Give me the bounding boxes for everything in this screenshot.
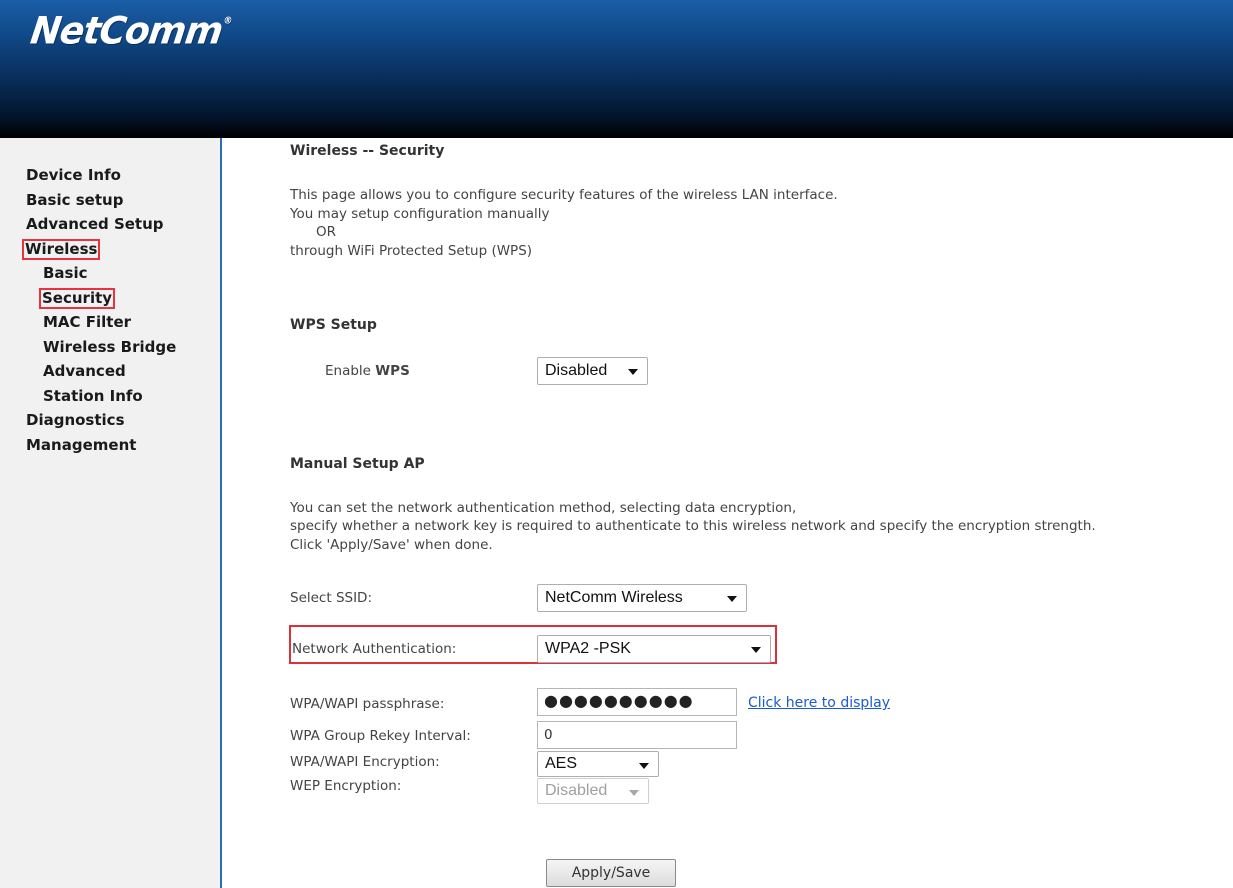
network-auth-label: Network Authentication:: [292, 641, 457, 657]
sidebar-item-label: Device Info: [26, 166, 121, 184]
sidebar-item-wireless[interactable]: Wireless: [22, 237, 177, 262]
header-banner: NetComm®: [0, 0, 1233, 138]
passphrase-value: ●●●●●●●●●●: [544, 691, 694, 710]
passphrase-label: WPA/WAPI passphrase:: [290, 696, 445, 712]
chevron-down-icon: [727, 596, 737, 602]
intro-line-4: through WiFi Protected Setup (WPS): [290, 243, 533, 259]
sidebar-nav: Device Info Basic setup Advanced Setup W…: [22, 163, 177, 458]
sidebar-item-mac-filter[interactable]: MAC Filter: [25, 310, 177, 335]
sidebar-item-label: Diagnostics: [26, 411, 125, 429]
enable-wps-bold: WPS: [375, 363, 410, 379]
intro-line-1: This page allows you to configure securi…: [290, 187, 838, 203]
manual-desc-2: specify whether a network key is require…: [290, 518, 1096, 534]
sidebar-item-label: MAC Filter: [43, 313, 132, 331]
apply-save-button[interactable]: Apply/Save: [546, 859, 676, 887]
netcomm-logo[interactable]: NetComm®: [28, 10, 233, 53]
rekey-interval-input[interactable]: 0: [537, 721, 737, 749]
rekey-interval-value: 0: [544, 727, 553, 743]
network-auth-select-value: WPA2 -PSK: [545, 640, 631, 657]
sidebar-item-label: Wireless: [22, 238, 101, 260]
page-title: Wireless -- Security: [290, 143, 445, 159]
ssid-select[interactable]: NetComm Wireless: [537, 584, 747, 612]
sidebar-item-station-info[interactable]: Station Info: [25, 384, 177, 409]
wep-encryption-select[interactable]: Disabled: [537, 778, 649, 804]
sidebar-item-advanced[interactable]: Advanced: [25, 359, 177, 384]
sidebar-item-label: Basic setup: [26, 190, 124, 209]
enable-wps-prefix: Enable: [325, 363, 371, 379]
enable-wps-label: Enable WPS: [325, 363, 410, 379]
registered-mark: ®: [222, 16, 233, 27]
chevron-down-icon: [639, 763, 649, 769]
sidebar: Device Info Basic setup Advanced Setup W…: [0, 138, 222, 888]
encryption-select[interactable]: AES: [537, 751, 659, 777]
sidebar-item-management[interactable]: Management: [25, 433, 177, 458]
network-auth-select[interactable]: WPA2 -PSK: [537, 635, 771, 663]
manual-desc-3: Click 'Apply/Save' when done.: [290, 537, 493, 553]
rekey-interval-label: WPA Group Rekey Interval:: [290, 728, 471, 744]
sidebar-item-diagnostics[interactable]: Diagnostics: [25, 408, 177, 433]
sidebar-item-label: Wireless Bridge: [43, 337, 177, 356]
wps-select-value: Disabled: [545, 362, 608, 379]
ssid-select-value: NetComm Wireless: [545, 589, 683, 606]
logo-text: NetComm: [27, 10, 225, 54]
sidebar-item-label: Station Info: [43, 386, 143, 405]
sidebar-item-label: Advanced: [43, 362, 126, 380]
sidebar-item-label: Advanced Setup: [26, 215, 164, 233]
wep-encryption-label: WEP Encryption:: [290, 778, 402, 794]
sidebar-item-basic[interactable]: Basic: [25, 261, 177, 286]
chevron-down-icon: [628, 369, 638, 375]
sidebar-item-device-info[interactable]: Device Info: [25, 163, 177, 188]
manual-setup-heading: Manual Setup AP: [290, 456, 425, 472]
encryption-label: WPA/WAPI Encryption:: [290, 754, 440, 770]
ssid-label: Select SSID:: [290, 590, 373, 606]
sidebar-item-security[interactable]: Security: [25, 286, 177, 311]
sidebar-item-advanced-setup[interactable]: Advanced Setup: [25, 212, 177, 237]
wps-select[interactable]: Disabled: [537, 357, 648, 385]
chevron-down-icon: [751, 647, 761, 653]
intro-line-2: You may setup configuration manually: [290, 206, 550, 222]
encryption-select-value: AES: [545, 755, 578, 772]
wep-encryption-select-value: Disabled: [545, 782, 608, 799]
sidebar-item-label: Security: [39, 287, 116, 309]
sidebar-item-label: Basic: [43, 264, 88, 282]
wps-heading: WPS Setup: [290, 317, 377, 333]
sidebar-item-wireless-bridge[interactable]: Wireless Bridge: [25, 335, 177, 360]
passphrase-input[interactable]: ●●●●●●●●●●: [537, 688, 737, 716]
intro-line-3: OR: [316, 224, 337, 240]
sidebar-item-basic-setup[interactable]: Basic setup: [25, 188, 177, 213]
sidebar-item-label: Management: [26, 435, 137, 454]
display-passphrase-link[interactable]: Click here to display: [748, 695, 890, 711]
manual-desc-1: You can set the network authentication m…: [290, 500, 797, 516]
chevron-down-icon: [629, 790, 639, 796]
